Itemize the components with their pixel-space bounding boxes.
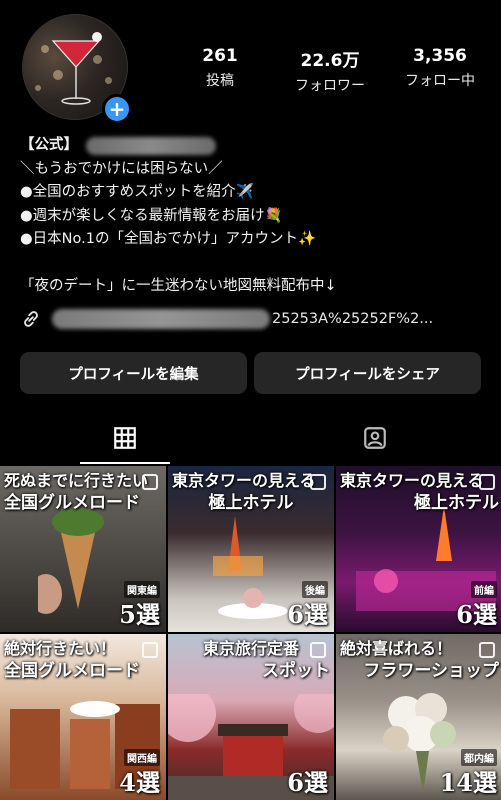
multi-photo-icon (479, 642, 495, 658)
stat-posts-label: 投稿 (206, 73, 234, 89)
tab-tagged[interactable] (250, 412, 500, 464)
profile-name: 【公式】 (20, 134, 490, 158)
bio-line: ●日本No.1の「全国おでかけ」アカウント✨ (20, 231, 317, 247)
add-story-button[interactable]: + (102, 94, 132, 124)
post-title-line2: フラワーショップ (363, 661, 499, 681)
post-count: 6選 (456, 600, 497, 629)
post-title-line1: 東京旅行定番 (202, 639, 299, 658)
profile-bio: 【公式】 ＼もうおでかけには困らない／ ●全国のおすすめスポットを紹介✈️ ●週… (20, 134, 490, 299)
stat-following-label: フォロー中 (405, 73, 475, 89)
post-tile[interactable]: 絶対喜ばれる！ フラワーショップ 都内編 14選 (336, 634, 501, 800)
post-tile[interactable]: 死ぬまでに行きたい 全国グルメロード 関東編 5選 (0, 466, 166, 632)
bio-extra: 「夜のデート」に一生迷わない地図無料配布中↓ (20, 278, 337, 294)
multi-photo-icon (310, 474, 326, 490)
post-title-line2: 全国グルメロード (4, 661, 140, 681)
stat-followers-count: 22.6万 (300, 51, 360, 71)
post-tile[interactable]: 東京旅行定番 スポット 6選 (168, 634, 334, 800)
multi-photo-icon (142, 642, 158, 658)
bio-line: ＼もうおでかけには困らない／ (20, 160, 223, 177)
post-count: 6選 (287, 768, 328, 797)
post-title-line1: 絶対喜ばれる！ (340, 639, 453, 658)
post-tile[interactable]: 東京タワーの見える 極上ホテル 前編 6選 (336, 466, 501, 632)
link-icon (24, 311, 38, 327)
post-title-line1: 絶対行きたい！ (4, 639, 117, 658)
multi-photo-icon (479, 474, 495, 490)
post-title-line1: 死ぬまでに行きたい (4, 471, 149, 490)
post-title-line2: 全国グルメロード (4, 493, 140, 513)
tab-posts-grid[interactable] (0, 412, 250, 464)
post-title-line2: スポット (262, 661, 330, 681)
edit-profile-button[interactable]: プロフィールを編集 (20, 352, 247, 394)
post-count: 5選 (119, 600, 160, 629)
post-count: 14選 (439, 768, 497, 797)
blurred-link (52, 309, 270, 329)
post-title-line2: 極上ホテル (208, 493, 294, 513)
blurred-name (86, 136, 216, 155)
grid-icon (114, 427, 136, 449)
profile-actions: プロフィールを編集 プロフィールをシェア (20, 352, 481, 394)
profile-tabs (0, 412, 501, 464)
bio-line: ●全国のおすすめスポットを紹介✈️ (20, 184, 254, 200)
stat-followers[interactable]: 22.6万 フォロワー (290, 46, 370, 95)
post-title-line1: 東京タワーの見える (340, 471, 484, 490)
profile-name-prefix: 【公式】 (20, 137, 78, 153)
share-profile-button[interactable]: プロフィールをシェア (254, 352, 481, 394)
stat-posts[interactable]: 261 投稿 (180, 46, 260, 95)
multi-photo-icon (142, 474, 158, 490)
stat-following-count: 3,356 (413, 46, 467, 66)
stat-following[interactable]: 3,356 フォロー中 (400, 46, 480, 95)
post-tile[interactable]: 絶対行きたい！ 全国グルメロード 関西編 4選 (0, 634, 166, 800)
stat-posts-count: 261 (202, 46, 238, 66)
bio-line: ●週末が楽しくなる最新情報をお届け💐 (20, 207, 283, 224)
profile-avatar-wrapper[interactable]: + (22, 14, 132, 124)
post-count: 4選 (119, 768, 160, 797)
post-count: 6選 (287, 600, 328, 629)
multi-photo-icon (310, 642, 326, 658)
link-text: 25253A%25252F%2... (272, 311, 434, 327)
post-tile[interactable]: 東京タワーの見える 極上ホテル 後編 6選 (168, 466, 334, 632)
profile-stats: 261 投稿 22.6万 フォロワー 3,356 フォロー中 (180, 46, 480, 95)
profile-link[interactable]: 25253A%25252F%2... (20, 308, 490, 330)
stat-followers-label: フォロワー (295, 78, 365, 94)
posts-grid: 死ぬまでに行きたい 全国グルメロード 関東編 5選 東京タワーの見える 極上ホテ… (0, 466, 501, 800)
post-title-line1: 東京タワーの見える (172, 471, 316, 490)
tagged-person-icon (364, 427, 386, 449)
post-title-line2: 極上ホテル (414, 493, 499, 513)
